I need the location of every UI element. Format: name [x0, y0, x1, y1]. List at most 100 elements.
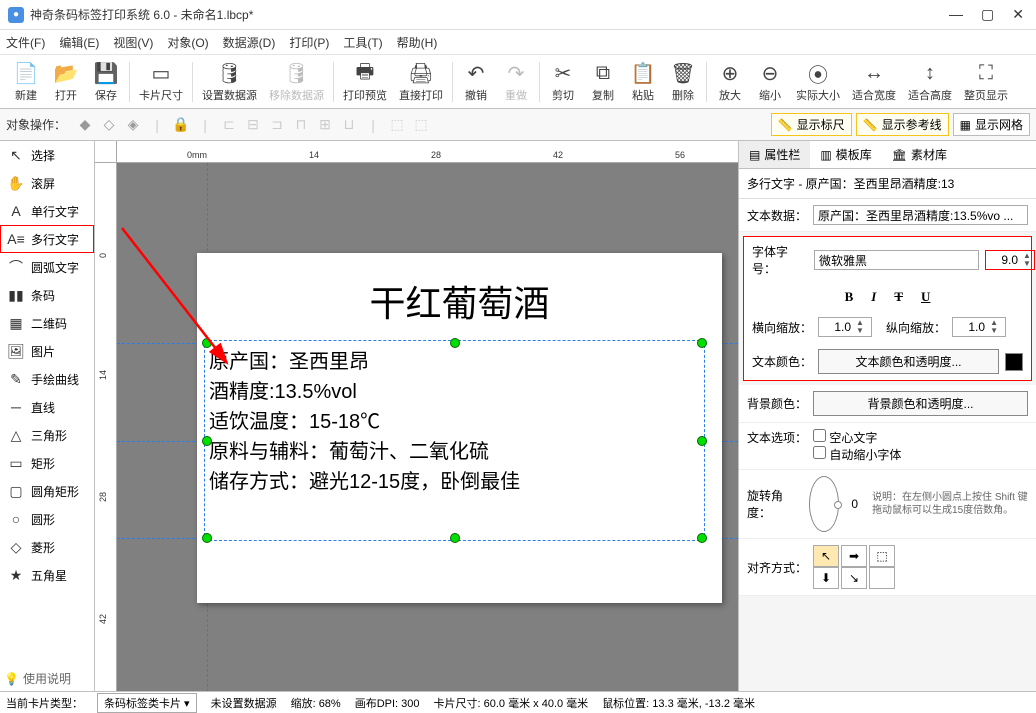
ruler-icon: 📏 [863, 118, 878, 132]
status-card-type[interactable]: 条码标签类卡片 ▾ [97, 693, 197, 713]
minimize-button[interactable]: — [949, 6, 963, 23]
menu-item[interactable]: 打印(P) [289, 34, 329, 51]
tool-滚屏[interactable]: ✋滚屏 [0, 169, 94, 197]
toolbar-zfp-button[interactable]: ⛶整页显示 [958, 59, 1014, 105]
toolbar-zfw-button[interactable]: ↔适合宽度 [846, 59, 902, 105]
maximize-button[interactable]: ▢ [981, 6, 994, 23]
align-mr[interactable] [869, 567, 895, 589]
tool-圆形[interactable]: ○圆形 [0, 505, 94, 533]
menu-item[interactable]: 帮助(H) [397, 34, 438, 51]
resize-handle-se[interactable] [697, 533, 707, 543]
hollow-text-checkbox[interactable]: 空心文字 [813, 431, 877, 445]
font-size-input[interactable]: ▲▼ [985, 250, 1035, 270]
menu-item[interactable]: 数据源(D) [223, 34, 276, 51]
tool-矩形[interactable]: ▭矩形 [0, 449, 94, 477]
menu-item[interactable]: 对象(O) [167, 34, 208, 51]
bg-color-button[interactable]: 背景颜色和透明度... [813, 391, 1028, 416]
layer-icon-2[interactable]: ◇ [98, 114, 120, 136]
resize-handle-ne[interactable] [697, 338, 707, 348]
toolbar-open-button[interactable]: 📂打开 [46, 59, 86, 105]
toolbar-db-button[interactable]: 🛢设置数据源 [196, 59, 263, 105]
align-center-icon[interactable]: ⊟ [242, 114, 264, 136]
resize-handle-e[interactable] [697, 436, 707, 446]
tool-三角形[interactable]: △三角形 [0, 421, 94, 449]
card-heading[interactable]: 干红葡萄酒 [197, 253, 722, 327]
toolbar-zfh-button[interactable]: ↕适合高度 [902, 59, 958, 105]
toggle-显示网格[interactable]: ▦显示网格 [953, 113, 1030, 136]
tool-二维码[interactable]: ▦二维码 [0, 309, 94, 337]
tool-手绘曲线[interactable]: ✎手绘曲线 [0, 365, 94, 393]
tool-选择[interactable]: ↖选择 [0, 141, 94, 169]
tool-条码[interactable]: ▮▮条码 [0, 281, 94, 309]
strike-button[interactable]: T [894, 289, 903, 305]
resize-handle-nw[interactable] [202, 338, 212, 348]
rotation-dial[interactable] [809, 476, 839, 532]
toggle-显示标尺[interactable]: 📏显示标尺 [771, 113, 852, 136]
toolbar-del-button[interactable]: 🗑删除 [663, 59, 703, 105]
toolbar-size-button[interactable]: ▭卡片尺寸 [133, 59, 189, 105]
toolbar-z1-button[interactable]: ⦿实际大小 [790, 59, 846, 105]
dist-h-icon[interactable]: ⬚ [386, 114, 408, 136]
tool-圆角矩形[interactable]: ▢圆角矩形 [0, 477, 94, 505]
toolbar-cut-button[interactable]: ✂剪切 [543, 59, 583, 105]
toggle-显示参考线[interactable]: 📏显示参考线 [856, 113, 949, 136]
bold-button[interactable]: B [845, 289, 854, 305]
canvas-area[interactable]: 0mm14284256 0142842 干红葡萄酒 原产国：圣西里昂酒精度:13… [95, 141, 738, 697]
vscale-input[interactable]: ▲▼ [952, 317, 1006, 337]
text-color-button[interactable]: 文本颜色和透明度... [818, 349, 999, 374]
align-left-icon[interactable]: ⊏ [218, 114, 240, 136]
panel-tab-2[interactable]: 🏛素材库 [882, 141, 957, 168]
align-tc[interactable]: ➡ [841, 545, 867, 567]
multiline-text-object[interactable]: 原产国：圣西里昂酒精度:13.5%vol适饮温度：15-18℃原料与辅料：葡萄汁… [207, 343, 702, 538]
resize-handle-w[interactable] [202, 436, 212, 446]
resize-handle-sw[interactable] [202, 533, 212, 543]
toolbar-preview-button[interactable]: 🖶打印预览 [337, 59, 393, 105]
font-name-select[interactable] [814, 250, 979, 270]
toolbar-zout-button[interactable]: ⊖缩小 [750, 59, 790, 105]
toolbar-undo-button[interactable]: ↶撤销 [456, 59, 496, 105]
tool-直线[interactable]: ─直线 [0, 393, 94, 421]
panel-tab-1[interactable]: ▥模板库 [810, 141, 881, 168]
resize-handle-s[interactable] [450, 533, 460, 543]
underline-button[interactable]: U [921, 289, 930, 305]
text-color-swatch[interactable] [1005, 353, 1023, 371]
close-button[interactable]: ✕ [1012, 6, 1024, 23]
menu-item[interactable]: 文件(F) [6, 34, 45, 51]
tool-icon: ✋ [7, 175, 25, 192]
autoshrink-checkbox[interactable]: 自动缩小字体 [813, 448, 901, 462]
panel-tab-0[interactable]: ▤属性栏 [739, 141, 810, 168]
toolbar-save-button[interactable]: 💾保存 [86, 59, 126, 105]
tool-圆弧文字[interactable]: ⌒圆弧文字 [0, 253, 94, 281]
lock-icon[interactable]: 🔒 [170, 114, 192, 136]
layer-icon-3[interactable]: ◈ [122, 114, 144, 136]
dist-v-icon[interactable]: ⬚ [410, 114, 432, 136]
tool-菱形[interactable]: ◇菱形 [0, 533, 94, 561]
align-right-icon[interactable]: ⊐ [266, 114, 288, 136]
resize-handle-n[interactable] [450, 338, 460, 348]
menu-item[interactable]: 编辑(E) [59, 34, 99, 51]
hscale-input[interactable]: ▲▼ [818, 317, 872, 337]
align-bot-icon[interactable]: ⊔ [338, 114, 360, 136]
tool-图片[interactable]: 🖼图片 [0, 337, 94, 365]
tool-五角星[interactable]: ★五角星 [0, 561, 94, 589]
align-top-icon[interactable]: ⊓ [290, 114, 312, 136]
text-data-input[interactable] [813, 205, 1028, 225]
italic-button[interactable]: I [871, 289, 876, 305]
align-mc[interactable]: ↘ [841, 567, 867, 589]
align-tr[interactable]: ⬚ [869, 545, 895, 567]
tool-单行文字[interactable]: A单行文字 [0, 197, 94, 225]
align-mid-icon[interactable]: ⊞ [314, 114, 336, 136]
toolbar-paste-button[interactable]: 📋粘贴 [623, 59, 663, 105]
menu-item[interactable]: 工具(T) [343, 34, 382, 51]
toolbar-zin-button[interactable]: ⊕放大 [710, 59, 750, 105]
toolbar-copy-button[interactable]: ⧉复制 [583, 59, 623, 105]
layer-icon[interactable]: ◆ [74, 114, 96, 136]
menu-item[interactable]: 视图(V) [113, 34, 153, 51]
toolbar-file-button[interactable]: 📄新建 [6, 59, 46, 105]
align-tl[interactable]: ↖ [813, 545, 839, 567]
tool-多行文字[interactable]: A≡多行文字 [0, 225, 94, 253]
toolbar-print-button[interactable]: 🖨直接打印 [393, 59, 449, 105]
align-ml[interactable]: ⬇ [813, 567, 839, 589]
label-card[interactable]: 干红葡萄酒 原产国：圣西里昂酒精度:13.5%vol适饮温度：15-18℃原料与… [197, 253, 722, 603]
help-link[interactable]: 💡 使用说明 [4, 670, 71, 687]
